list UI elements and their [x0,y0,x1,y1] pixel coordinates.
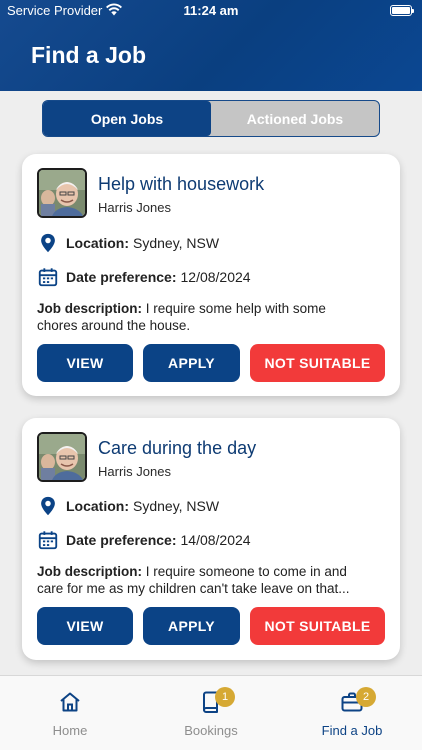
description-text-line2: chores around the house. [37,318,191,333]
date-value: 12/08/2024 [180,269,251,285]
jobs-segmented-control: Open Jobs Actioned Jobs [42,100,380,137]
page-title: Find a Job [31,42,146,68]
calendar-icon [38,268,58,287]
description-label: Job description: [37,301,143,316]
home-icon [60,692,80,712]
location-row: Location: Sydney, NSW [37,495,219,517]
location-value: Sydney, NSW [133,235,220,251]
tab-find-a-job[interactable]: 2 Find a Job [282,676,422,750]
description-text-line1: I require some help with some [145,301,326,316]
status-time: 11:24 am [183,3,239,18]
job-poster: Harris Jones [98,464,171,479]
find-a-job-badge: 2 [356,687,376,707]
tab-home-label: Home [52,723,88,738]
job-description: Job description: I require some help wit… [37,300,389,334]
job-actions: VIEW APPLY NOT SUITABLE [37,344,385,382]
location-pin-icon [41,496,55,516]
location-row: Location: Sydney, NSW [37,232,219,254]
tab-home[interactable]: Home [0,676,140,750]
description-label: Job description: [37,564,143,579]
date-row: Date preference: 14/08/2024 [37,529,251,551]
apply-button[interactable]: APPLY [143,344,240,382]
date-value: 14/08/2024 [180,532,251,548]
app-header: Service Provider 11:24 am Find a Job [0,0,422,91]
avatar [37,168,87,218]
status-bar: Service Provider 11:24 am [0,0,422,22]
avatar [37,432,87,482]
not-suitable-button[interactable]: NOT SUITABLE [250,607,385,645]
description-text-line2: care for me as my children can't take le… [37,581,350,596]
not-suitable-button[interactable]: NOT SUITABLE [250,344,385,382]
location-value: Sydney, NSW [133,498,220,514]
tab-actioned-jobs[interactable]: Actioned Jobs [211,101,379,136]
description-text-line1: I require someone to come in and [145,564,347,579]
calendar-icon [38,531,58,550]
date-label: Date preference: [66,269,177,285]
job-actions: VIEW APPLY NOT SUITABLE [37,607,385,645]
tab-open-jobs[interactable]: Open Jobs [43,101,211,136]
location-label: Location: [66,498,129,514]
view-button[interactable]: VIEW [37,344,133,382]
bottom-tab-bar: Home 1 Bookings 2 Find a Job [0,675,422,750]
job-title: Care during the day [98,438,257,458]
date-label: Date preference: [66,532,177,548]
apply-button[interactable]: APPLY [143,607,240,645]
location-pin-icon [41,233,55,253]
battery-icon [390,5,414,16]
location-label: Location: [66,235,129,251]
bookings-badge: 1 [215,687,235,707]
job-poster: Harris Jones [98,200,171,215]
job-card: Care during the day Harris Jones Locatio… [22,418,400,660]
job-description: Job description: I require someone to co… [37,563,389,597]
job-card: Help with housework Harris Jones Locatio… [22,154,400,396]
tab-bookings-label: Bookings [184,723,238,738]
tab-find-a-job-label: Find a Job [321,723,383,738]
job-title: Help with housework [98,174,265,194]
view-button[interactable]: VIEW [37,607,133,645]
date-row: Date preference: 12/08/2024 [37,266,251,288]
tab-bookings[interactable]: 1 Bookings [141,676,281,750]
